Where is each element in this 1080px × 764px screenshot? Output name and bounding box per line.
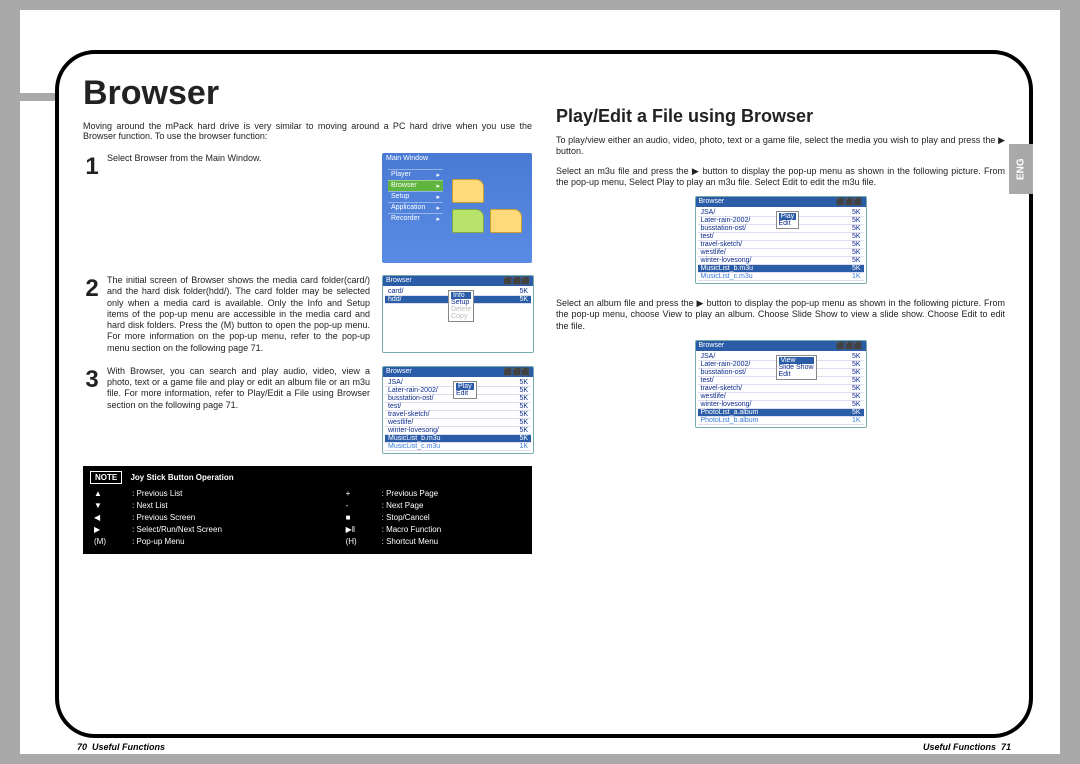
note-title: Joy Stick Button Operation [130, 473, 233, 482]
left-column: Browser Moving around the mPack hard dri… [71, 66, 544, 722]
popup-menu: Info Setup Delete Copy [448, 290, 474, 322]
mainwin-title: Main Window [382, 153, 532, 164]
footer-right: Useful Functions 71 [923, 742, 1011, 752]
menu-item: Application▸ [388, 202, 443, 213]
menu-item: Setup▸ [388, 191, 443, 202]
right-column: Play/Edit a File using Browser To play/v… [544, 66, 1017, 722]
folder-icon [490, 209, 522, 233]
step-image: Browser⬛⬛⬛ card/5K hdd/5K Info Setup Del… [382, 275, 532, 354]
section-heading: Play/Edit a File using Browser [556, 106, 1005, 127]
joystick-table: ▲: Previous List+: Previous Page ▼: Next… [90, 487, 525, 549]
popup-item: Delete [451, 306, 471, 313]
intro-text: Moving around the mPack hard drive is ve… [83, 121, 532, 141]
step-number: 1 [83, 153, 101, 263]
popup-item: Setup [451, 299, 471, 306]
main-window-screenshot: Main Window Player▸ Browser▸ Setup▸ Appl… [382, 153, 532, 263]
step-3: 3 With Browser, you can search and play … [83, 366, 532, 454]
figure: Browser⬛⬛⬛ JSA/5K Later-rain-2002/5K bus… [556, 340, 1005, 428]
figure: Browser⬛⬛⬛ JSA/5K Later-rain-2002/5K bus… [556, 196, 1005, 284]
page-background: Browser Moving around the mPack hard dri… [20, 10, 1060, 754]
folder-icon [452, 209, 484, 233]
popup-item: Info [451, 292, 471, 299]
paragraph: Select an m3u file and press the ▶ butto… [556, 166, 1005, 189]
browser-screenshot: Browser⬛⬛⬛ JSA/5K Later-rain-2002/5K bus… [695, 340, 867, 428]
mini-header: Browser⬛⬛⬛ [383, 276, 533, 286]
step-2: 2 The initial screen of Browser shows th… [83, 275, 532, 354]
folder-icon [452, 179, 484, 203]
step-1: 1 Select Browser from the Main Window. M… [83, 153, 532, 263]
step-text: Select Browser from the Main Window. [107, 153, 376, 263]
step-image: Browser⬛⬛⬛ JSA/5K Later-rain-2002/5K bus… [382, 366, 532, 454]
status-icons: ⬛⬛⬛ [504, 277, 530, 285]
rounded-frame: Browser Moving around the mPack hard dri… [55, 50, 1033, 738]
menu-item-selected: Browser▸ [388, 180, 443, 191]
browser-screenshot: Browser⬛⬛⬛ card/5K hdd/5K Info Setup Del… [382, 275, 534, 353]
folder-icons [450, 177, 524, 237]
language-tab: ENG [1009, 144, 1033, 194]
footer-left: 70 Useful Functions [77, 742, 165, 752]
page-title: Browser [83, 74, 532, 113]
note-label: NOTE [90, 471, 122, 484]
popup-item: Copy [451, 313, 471, 320]
step-number: 2 [83, 275, 101, 354]
note-box: NOTE Joy Stick Button Operation ▲: Previ… [83, 466, 532, 554]
step-text: With Browser, you can search and play au… [107, 366, 376, 454]
browser-screenshot: Browser⬛⬛⬛ JSA/5K Later-rain-2002/5K bus… [695, 196, 867, 284]
step-image: Main Window Player▸ Browser▸ Setup▸ Appl… [382, 153, 532, 263]
step-number: 3 [83, 366, 101, 454]
menu-item: Player▸ [388, 169, 443, 180]
gray-tab-left [20, 93, 55, 101]
popup-menu: Play Edit [453, 381, 477, 399]
paragraph: To play/view either an audio, video, pho… [556, 135, 1005, 158]
paragraph: Select an album file and press the ▶ but… [556, 298, 1005, 332]
step-text: The initial screen of Browser shows the … [107, 275, 376, 354]
menu-item: Recorder▸ [388, 213, 443, 224]
browser-screenshot: Browser⬛⬛⬛ JSA/5K Later-rain-2002/5K bus… [382, 366, 534, 454]
